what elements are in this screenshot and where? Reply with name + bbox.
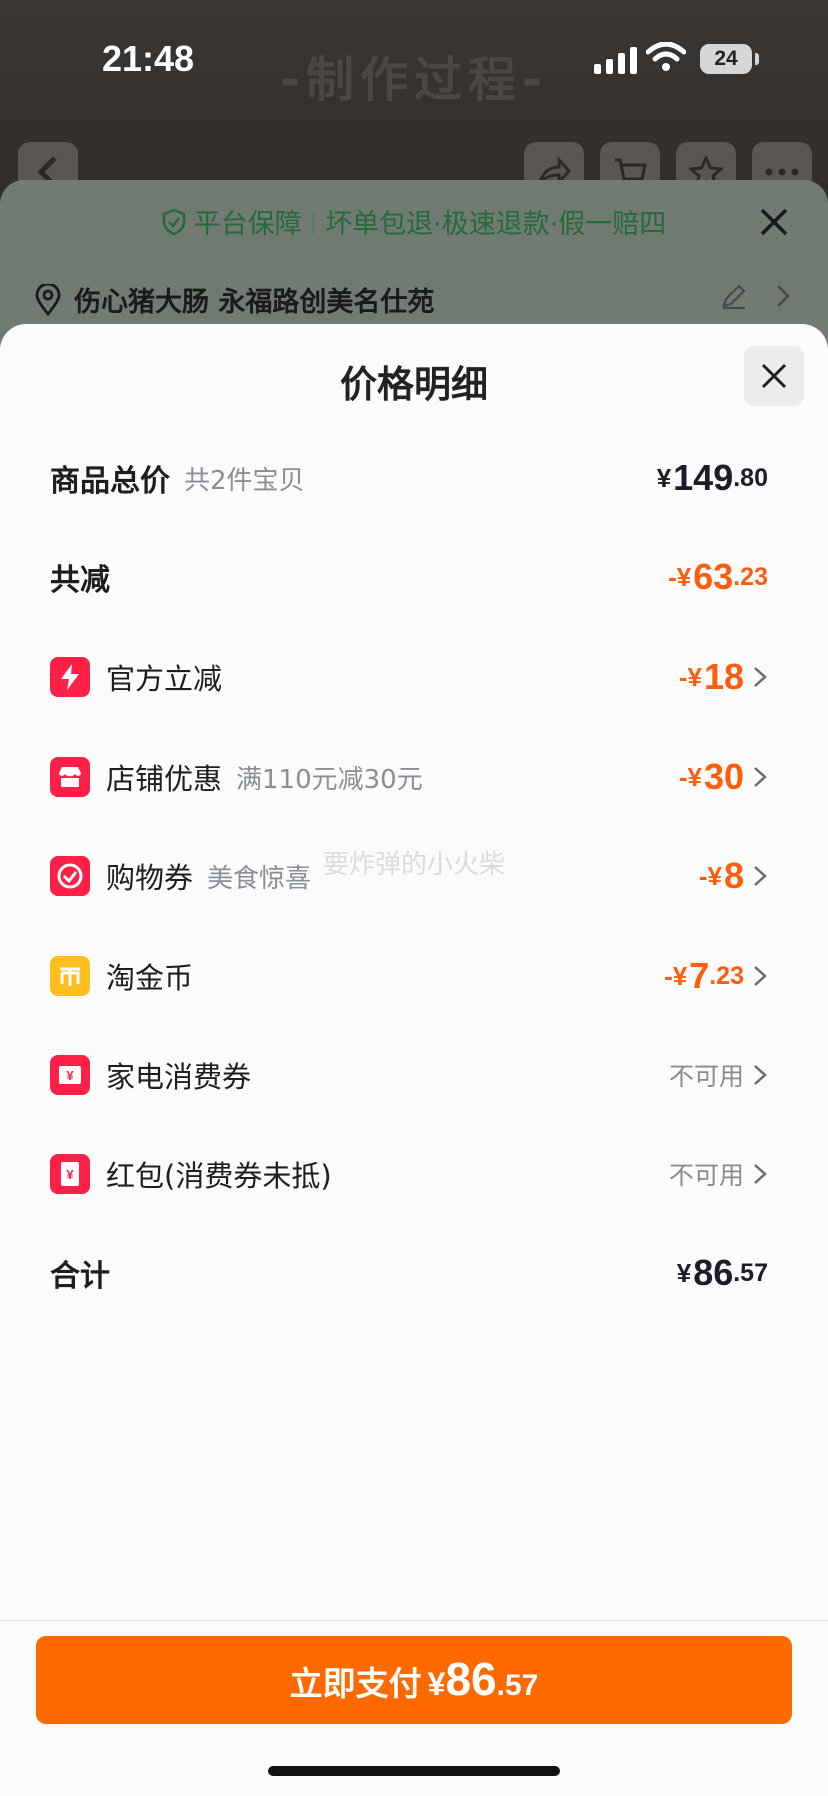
pay-now-button[interactable]: 立即支付 ¥ 86 .57 — [36, 1636, 792, 1724]
row-shop-discount[interactable]: 店铺优惠 满110元减30元 -¥ 30 — [50, 747, 768, 807]
red-packet-icon: ¥ — [50, 1154, 90, 1194]
currency: -¥ — [678, 661, 702, 692]
unavailable-text: 不可用 — [668, 1161, 744, 1190]
amount-int: 7 — [689, 955, 710, 996]
reduction-label: 共减 — [50, 563, 110, 598]
guarantee-title: 平台保障 — [193, 209, 302, 240]
currency: -¥ — [668, 561, 692, 592]
address-actions — [720, 282, 790, 310]
row-taobao-coin[interactable]: 淘金币 -¥ 7 .23 — [50, 946, 768, 1006]
address-row[interactable]: 伤心猪大肠 永福路创美名仕苑 — [34, 280, 434, 319]
lightning-icon — [50, 657, 90, 697]
chevron-right-icon[interactable] — [776, 284, 790, 308]
voucher-icon: ¥ — [50, 1055, 90, 1095]
status-time: 21:48 — [102, 38, 195, 79]
grand-total-amount: ¥ 86 .57 — [677, 1252, 768, 1294]
taobao-coin-label: 淘金币 — [106, 961, 194, 995]
location-icon — [35, 283, 61, 316]
red-packet-status: 不可用 — [669, 1156, 768, 1192]
shop-discount-label: 店铺优惠 — [106, 762, 223, 796]
grand-total-label: 合计 — [50, 1259, 110, 1294]
row-appliance-coupon[interactable]: ¥ 家电消费券 不可用 — [50, 1045, 768, 1105]
amount-dec: .57 — [733, 1258, 768, 1287]
goods-total-amount: ¥ 149 .80 — [657, 457, 768, 499]
edit-icon[interactable] — [720, 282, 748, 310]
currency: -¥ — [664, 960, 688, 991]
shield-icon — [162, 208, 185, 235]
address-text: 伤心猪大肠 永福路创美名仕苑 — [74, 287, 435, 318]
guarantee-banner: 平台保障 | 坏单包退·极速退款·假一赔四 — [0, 202, 828, 241]
row-total-reduction: 共减 -¥ 63 .23 — [50, 547, 768, 607]
official-discount-amount: -¥ 18 — [679, 656, 768, 698]
shop-discount-amount: -¥ 30 — [679, 756, 768, 798]
battery-icon: 24 — [700, 44, 752, 74]
price-detail-modal: 价格明细 商品总价 共2件宝贝 ¥ 149 .80 共减 -¥ 63 .23 官… — [0, 324, 828, 1796]
pay-label: 立即支付 — [289, 1664, 422, 1703]
svg-text:¥: ¥ — [66, 1167, 74, 1182]
currency: -¥ — [678, 761, 702, 792]
chevron-right-icon — [754, 767, 767, 787]
amount-dec: .23 — [709, 961, 744, 990]
amount-int: 149 — [673, 457, 734, 498]
wifi-icon — [646, 42, 686, 71]
modal-title: 价格明细 — [340, 363, 488, 406]
close-icon — [761, 363, 787, 389]
battery-tip — [755, 53, 759, 65]
row-official-discount[interactable]: 官方立减 -¥ 18 — [50, 647, 768, 707]
svg-text:¥: ¥ — [66, 1068, 74, 1083]
shop-icon — [50, 757, 90, 797]
row-grand-total: 合计 ¥ 86 .57 — [50, 1243, 768, 1303]
appliance-coupon-label: 家电消费券 — [106, 1060, 252, 1094]
pay-amount-int: 86 — [445, 1653, 497, 1705]
unavailable-text: 不可用 — [668, 1062, 744, 1091]
coin-icon — [50, 956, 90, 996]
red-packet-label: 红包(消费券未抵) — [106, 1159, 332, 1193]
home-indicator — [268, 1766, 560, 1776]
shop-discount-rule: 满110元减30元 — [236, 764, 423, 795]
reduction-amount: -¥ 63 .23 — [668, 556, 768, 598]
close-icon[interactable] — [754, 202, 794, 242]
signal-icon — [594, 46, 637, 74]
official-discount-label: 官方立减 — [106, 662, 223, 696]
bottom-divider — [0, 1620, 828, 1621]
currency: ¥ — [676, 1257, 692, 1288]
more-icon — [765, 168, 799, 176]
goods-total-label: 商品总价 — [50, 464, 170, 499]
chevron-right-icon — [754, 667, 767, 687]
chevron-right-icon — [754, 1164, 767, 1184]
currency: ¥ — [656, 462, 672, 493]
chevron-right-icon — [754, 966, 767, 986]
modal-close-button[interactable] — [744, 346, 804, 406]
amount-int: 30 — [703, 756, 744, 797]
pay-currency: ¥ — [427, 1666, 446, 1702]
chevron-right-icon — [754, 1065, 767, 1085]
divider: | — [309, 209, 318, 234]
guarantee-terms: 坏单包退·极速退款·假一赔四 — [325, 209, 667, 240]
status-bar: 21:48 24 — [0, 0, 828, 120]
amount-dec: .80 — [733, 463, 768, 492]
amount-dec: .23 — [733, 562, 768, 591]
row-red-packet[interactable]: ¥ 红包(消费券未抵) 不可用 — [50, 1144, 768, 1204]
taobao-coin-amount: -¥ 7 .23 — [664, 955, 768, 997]
goods-count: 共2件宝贝 — [184, 465, 305, 496]
amount-int: 86 — [693, 1252, 734, 1293]
row-goods-total: 商品总价 共2件宝贝 ¥ 149 .80 — [50, 448, 768, 508]
pay-amount-dec: .57 — [496, 1669, 539, 1702]
appliance-coupon-status: 不可用 — [669, 1057, 768, 1093]
amount-int: 63 — [693, 556, 734, 597]
watermark: 要炸弹的小火柴 — [322, 850, 505, 880]
amount-int: 18 — [703, 656, 744, 697]
